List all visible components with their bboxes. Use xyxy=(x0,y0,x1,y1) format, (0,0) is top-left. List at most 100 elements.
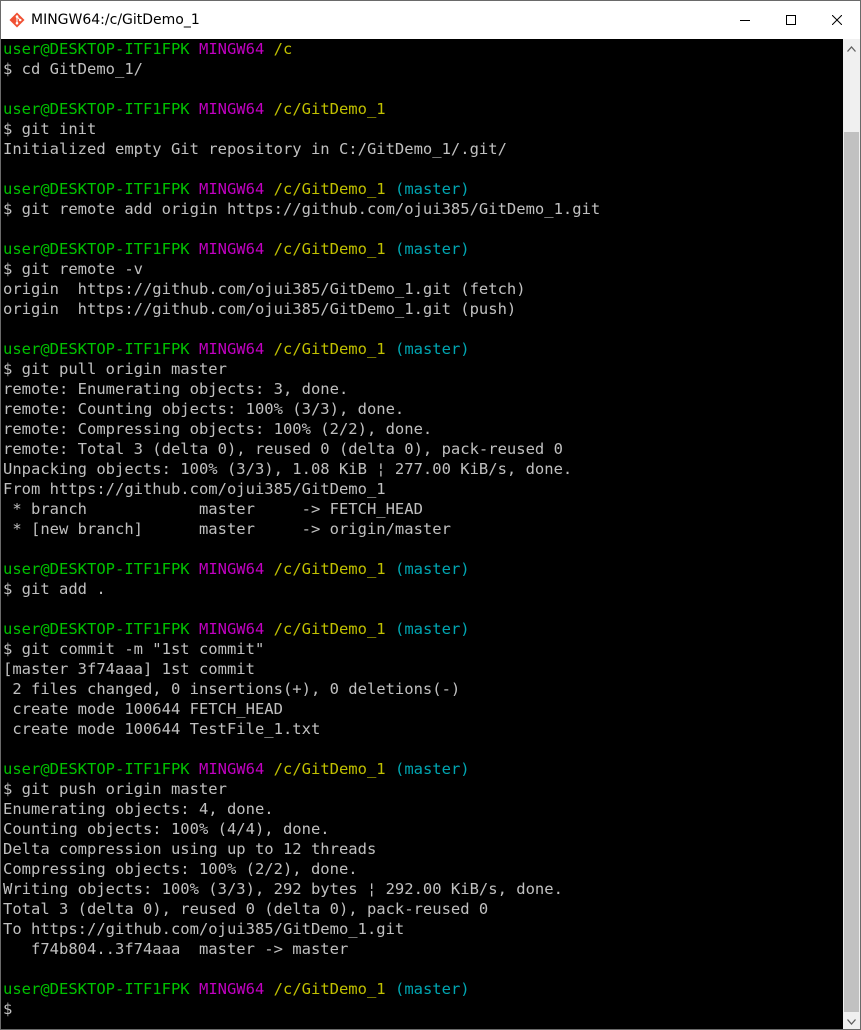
output-line: origin https://github.com/ojui385/GitDem… xyxy=(3,299,600,319)
line-text: $ git init xyxy=(3,120,97,138)
output-line: Delta compression using up to 12 threads xyxy=(3,839,600,859)
line-text: Initialized empty Git repository in C:/G… xyxy=(3,140,507,158)
prompt-host: MINGW64 xyxy=(198,340,265,358)
terminal-window: MINGW64:/c/GitDemo_1 user@DESKTOP-ITF1FP… xyxy=(0,0,861,1030)
maximize-icon xyxy=(786,15,796,25)
output-line: $ xyxy=(3,999,600,1019)
output-line: create mode 100644 TestFile_1.txt xyxy=(3,719,600,739)
line-text: remote: Compressing objects: 100% (2/2),… xyxy=(3,420,433,438)
line-text: remote: Total 3 (delta 0), reused 0 (del… xyxy=(3,440,563,458)
prompt-host: MINGW64 xyxy=(198,760,265,778)
line-text: origin https://github.com/ojui385/GitDem… xyxy=(3,300,517,318)
output-line: $ git pull origin master xyxy=(3,359,600,379)
scroll-down-button[interactable] xyxy=(843,1012,860,1029)
line-text: * branch master -> FETCH_HEAD xyxy=(3,500,423,518)
git-bash-diamond-icon[interactable] xyxy=(9,12,25,28)
output-line: remote: Enumerating objects: 3, done. xyxy=(3,379,600,399)
output-line: * branch master -> FETCH_HEAD xyxy=(3,499,600,519)
scroll-up-button[interactable] xyxy=(843,39,860,56)
line-text: Counting objects: 100% (4/4), done. xyxy=(3,820,330,838)
prompt-line: user@DESKTOP-ITF1FPK MINGW64 /c xyxy=(3,39,600,59)
title-bar[interactable]: MINGW64:/c/GitDemo_1 xyxy=(1,1,860,39)
prompt-path: /c/GitDemo_1 xyxy=(273,620,386,638)
output-line: Initialized empty Git repository in C:/G… xyxy=(3,139,600,159)
line-text: 2 files changed, 0 insertions(+), 0 dele… xyxy=(3,680,461,698)
vertical-scrollbar[interactable] xyxy=(843,39,860,1029)
output-line: Total 3 (delta 0), reused 0 (delta 0), p… xyxy=(3,899,600,919)
output-line: 2 files changed, 0 insertions(+), 0 dele… xyxy=(3,679,600,699)
output-line: $ cd GitDemo_1/ xyxy=(3,59,600,79)
line-text: $ git commit -m "1st commit" xyxy=(3,640,265,658)
line-text: From https://github.com/ojui385/GitDemo_… xyxy=(3,480,386,498)
prompt-path: /c/GitDemo_1 xyxy=(273,180,386,198)
line-text: create mode 100644 FETCH_HEAD xyxy=(3,700,283,718)
prompt-line: user@DESKTOP-ITF1FPK MINGW64 /c/GitDemo_… xyxy=(3,179,600,199)
prompt-line: user@DESKTOP-ITF1FPK MINGW64 /c/GitDemo_… xyxy=(3,559,600,579)
scrollbar-thumb[interactable] xyxy=(844,132,859,1012)
prompt-path: /c/GitDemo_1 xyxy=(273,560,386,578)
line-text: * [new branch] master -> origin/master xyxy=(3,520,451,538)
output-line: origin https://github.com/ojui385/GitDem… xyxy=(3,279,600,299)
prompt-user: user@DESKTOP-ITF1FPK xyxy=(3,760,190,778)
prompt-branch: (master) xyxy=(394,760,470,778)
prompt-host: MINGW64 xyxy=(198,620,265,638)
line-text: To https://github.com/ojui385/GitDemo_1.… xyxy=(3,920,405,938)
prompt-line: user@DESKTOP-ITF1FPK MINGW64 /c/GitDemo_… xyxy=(3,339,600,359)
prompt-path: /c xyxy=(273,40,293,58)
output-line: [master 3f74aaa] 1st commit xyxy=(3,659,600,679)
close-button[interactable] xyxy=(814,1,860,39)
maximize-button[interactable] xyxy=(768,1,814,39)
line-text: $ git push origin master xyxy=(3,780,227,798)
output-line: Unpacking objects: 100% (3/3), 1.08 KiB … xyxy=(3,459,600,479)
prompt-line: user@DESKTOP-ITF1FPK MINGW64 /c/GitDemo_… xyxy=(3,99,600,119)
prompt-user: user@DESKTOP-ITF1FPK xyxy=(3,980,190,998)
line-text: Unpacking objects: 100% (3/3), 1.08 KiB … xyxy=(3,460,573,478)
line-text: origin https://github.com/ojui385/GitDem… xyxy=(3,280,526,298)
prompt-path: /c/GitDemo_1 xyxy=(273,760,386,778)
output-line: Enumerating objects: 4, done. xyxy=(3,799,600,819)
prompt-user: user@DESKTOP-ITF1FPK xyxy=(3,100,190,118)
output-line: To https://github.com/ojui385/GitDemo_1.… xyxy=(3,919,600,939)
prompt-path: /c/GitDemo_1 xyxy=(273,100,386,118)
prompt-path: /c/GitDemo_1 xyxy=(273,240,386,258)
prompt-host: MINGW64 xyxy=(198,560,265,578)
prompt-line: user@DESKTOP-ITF1FPK MINGW64 /c/GitDemo_… xyxy=(3,619,600,639)
line-text: create mode 100644 TestFile_1.txt xyxy=(3,720,321,738)
line-text: $ git add . xyxy=(3,580,106,598)
terminal-output[interactable]: user@DESKTOP-ITF1FPK MINGW64 /c $ cd GitD… xyxy=(1,39,843,1029)
prompt-user: user@DESKTOP-ITF1FPK xyxy=(3,40,190,58)
prompt-host: MINGW64 xyxy=(198,100,265,118)
output-line: $ git init xyxy=(3,119,600,139)
window-title: MINGW64:/c/GitDemo_1 xyxy=(31,12,200,28)
output-line: create mode 100644 FETCH_HEAD xyxy=(3,699,600,719)
prompt-branch: (master) xyxy=(394,620,470,638)
line-text: remote: Enumerating objects: 3, done. xyxy=(3,380,349,398)
prompt-line: user@DESKTOP-ITF1FPK MINGW64 /c/GitDemo_… xyxy=(3,239,600,259)
prompt-host: MINGW64 xyxy=(198,240,265,258)
output-line: Compressing objects: 100% (2/2), done. xyxy=(3,859,600,879)
terminal-lines: user@DESKTOP-ITF1FPK MINGW64 /c $ cd GitD… xyxy=(3,39,600,1019)
output-line: Counting objects: 100% (4/4), done. xyxy=(3,819,600,839)
prompt-user: user@DESKTOP-ITF1FPK xyxy=(3,560,190,578)
prompt-path: /c/GitDemo_1 xyxy=(273,980,386,998)
prompt-line: user@DESKTOP-ITF1FPK MINGW64 /c/GitDemo_… xyxy=(3,759,600,779)
prompt-user: user@DESKTOP-ITF1FPK xyxy=(3,340,190,358)
prompt-branch: (master) xyxy=(394,560,470,578)
output-line: remote: Counting objects: 100% (3/3), do… xyxy=(3,399,600,419)
minimize-button[interactable] xyxy=(722,1,768,39)
prompt-host: MINGW64 xyxy=(198,180,265,198)
output-line: $ git commit -m "1st commit" xyxy=(3,639,600,659)
prompt-path: /c/GitDemo_1 xyxy=(273,340,386,358)
line-text: Compressing objects: 100% (2/2), done. xyxy=(3,860,358,878)
output-line: remote: Total 3 (delta 0), reused 0 (del… xyxy=(3,439,600,459)
line-text: Enumerating objects: 4, done. xyxy=(3,800,274,818)
output-line: remote: Compressing objects: 100% (2/2),… xyxy=(3,419,600,439)
